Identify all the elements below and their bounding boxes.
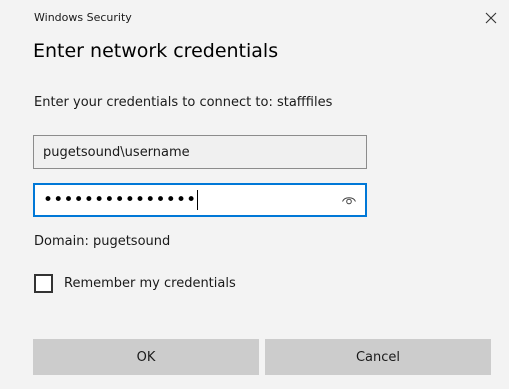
credentials-dialog: Windows Security Enter network credentia…	[0, 0, 509, 389]
eye-icon	[342, 197, 356, 205]
cancel-button[interactable]: Cancel	[265, 339, 491, 375]
dialog-heading: Enter network credentials	[33, 40, 279, 62]
ok-button[interactable]: OK	[33, 339, 259, 375]
remember-label: Remember my credentials	[64, 276, 236, 291]
reveal-password-button[interactable]	[339, 191, 359, 209]
domain-label: Domain: pugetsound	[34, 234, 171, 249]
remember-checkbox[interactable]	[34, 274, 53, 293]
close-button[interactable]	[479, 6, 503, 30]
close-icon	[485, 12, 497, 24]
title-bar: Windows Security	[0, 0, 509, 34]
app-title: Windows Security	[34, 11, 132, 24]
password-field[interactable]: •••••••••••••••	[33, 183, 367, 217]
password-masked-value: •••••••••••••••	[43, 189, 197, 210]
text-caret	[197, 190, 199, 210]
username-value: pugetsound\username	[43, 144, 190, 160]
username-field[interactable]: pugetsound\username	[33, 135, 367, 169]
connection-prompt: Enter your credentials to connect to: st…	[34, 95, 333, 110]
remember-credentials-option[interactable]: Remember my credentials	[34, 274, 236, 293]
